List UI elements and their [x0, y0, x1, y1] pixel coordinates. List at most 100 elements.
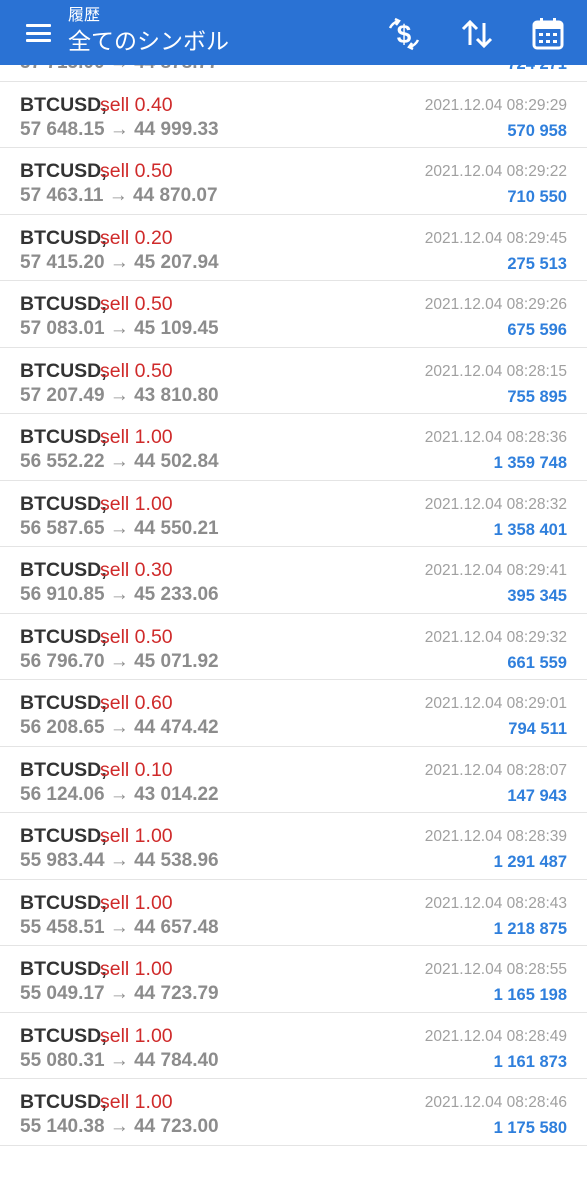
history-row[interactable]: BTCUSD, sell 1.00 55 080.31 → 44 784.40 … — [0, 1013, 587, 1079]
history-row[interactable]: BTCUSD, sell 1.00 55 458.51 → 44 657.48 … — [0, 880, 587, 946]
price-range-label: 55 458.51 → 44 657.48 — [20, 916, 219, 938]
title-block: 履歴 全てのシンボル — [68, 6, 229, 56]
timestamp-label: 2021.12.04 08:28:07 — [424, 761, 567, 779]
profit-value: 1 161 873 — [493, 1052, 567, 1071]
sort-icon[interactable] — [457, 14, 497, 54]
history-row[interactable]: BTCUSD, sell 0.50 56 796.70 → 45 071.92 … — [0, 614, 587, 680]
timestamp-label: 2021.12.04 08:29:22 — [424, 163, 567, 180]
history-row[interactable]: BTCUSD, sell 0.60 56 208.65 → 44 474.42 … — [0, 680, 587, 747]
app-bar: 履歴 全てのシンボル $ — [0, 0, 587, 65]
dollar-swap-icon[interactable]: $ — [384, 14, 424, 54]
history-row[interactable]: BTCUSD, sell 1.00 56 552.22 → 44 502.84 … — [0, 414, 587, 481]
timestamp-label: 2021.12.04 08:28:15 — [424, 362, 567, 380]
history-row[interactable]: BTCUSD, sell 0.30 56 910.85 → 45 233.06 … — [0, 547, 587, 614]
profit-value: 395 345 — [507, 587, 567, 605]
profit-value: 794 511 — [508, 720, 567, 738]
calendar-icon[interactable] — [528, 14, 568, 54]
history-row[interactable]: BTCUSD, sell 1.00 55 049.17 → 44 723.79 … — [0, 946, 587, 1013]
symbol-label: BTCUSD, — [20, 958, 107, 980]
price-range-label: 56 587.65 → 44 550.21 — [20, 517, 219, 539]
trade-side-label: sell 1.00 — [100, 958, 173, 980]
timestamp-label: 2021.12.04 08:28:49 — [424, 1027, 567, 1045]
history-list[interactable]: BTCUSD, sell 0.60 57 715.00 → 44 878.77 … — [0, 65, 587, 1200]
symbol-label: BTCUSD, — [20, 1024, 107, 1047]
history-row[interactable]: BTCUSD, sell 1.00 55 983.44 → 44 538.96 … — [0, 813, 587, 880]
trade-side-label: sell 1.00 — [100, 426, 173, 448]
price-range-label: 57 648.15 → 44 999.33 — [20, 118, 219, 140]
trade-side-label: sell 1.00 — [100, 492, 173, 515]
timestamp-label: 2021.12.04 08:29:29 — [424, 96, 567, 114]
timestamp-label: 2021.12.04 08:28:39 — [424, 828, 567, 845]
page-subtitle: 履歴 — [68, 7, 101, 24]
trade-side-label: sell 0.50 — [100, 293, 173, 315]
profit-value: 675 596 — [507, 321, 567, 339]
symbol-label: BTCUSD, — [20, 359, 107, 382]
price-range-label: 55 049.17 → 44 723.79 — [20, 983, 219, 1004]
trade-side-label: sell 1.00 — [100, 825, 173, 847]
price-range-label: 57 207.49 → 43 810.80 — [20, 384, 219, 406]
history-row[interactable]: BTCUSD, sell 1.00 56 587.65 → 44 550.21 … — [0, 481, 587, 547]
timestamp-label: 2021.12.04 08:28:32 — [424, 495, 567, 513]
trade-side-label: sell 0.20 — [100, 226, 173, 249]
symbol-label: BTCUSD, — [20, 758, 107, 781]
trade-side-label: sell 0.50 — [100, 359, 173, 382]
symbol-label: BTCUSD, — [20, 93, 107, 116]
price-range-label: 57 415.20 → 45 207.94 — [20, 251, 219, 273]
symbol-label: BTCUSD, — [20, 426, 107, 448]
symbol-label: BTCUSD, — [20, 692, 107, 714]
profit-value: 661 559 — [507, 653, 567, 672]
trade-side-label: sell 1.00 — [100, 891, 173, 914]
price-range-label: 56 208.65 → 44 474.42 — [20, 717, 219, 738]
symbol-label: BTCUSD, — [20, 226, 107, 249]
profit-value: 1 358 401 — [493, 520, 567, 539]
history-row[interactable]: BTCUSD, sell 0.50 57 463.11 → 44 870.07 … — [0, 148, 587, 215]
page-title[interactable]: 全てのシンボル — [68, 26, 229, 56]
price-range-label: 57 463.11 → 44 870.07 — [20, 185, 218, 206]
symbol-label: BTCUSD, — [20, 891, 107, 914]
price-range-label: 56 124.06 → 43 014.22 — [20, 783, 219, 805]
price-range-label: 56 910.85 → 45 233.06 — [20, 584, 219, 605]
history-row[interactable]: BTCUSD, sell 0.50 57 083.01 → 45 109.45 … — [0, 281, 587, 348]
profit-value: 1 218 875 — [493, 919, 567, 938]
price-range-label: 56 552.22 → 44 502.84 — [20, 451, 219, 472]
trade-side-label: sell 0.30 — [100, 559, 173, 581]
timestamp-label: 2021.12.04 08:28:46 — [424, 1094, 567, 1111]
timestamp-label: 2021.12.04 08:29:32 — [424, 628, 567, 646]
history-row[interactable]: BTCUSD, sell 0.40 57 648.15 → 44 999.33 … — [0, 82, 587, 148]
profit-value: 1 359 748 — [493, 454, 567, 472]
history-row[interactable]: BTCUSD, sell 0.60 57 715.00 → 44 878.77 … — [0, 65, 587, 82]
profit-value: 570 958 — [507, 121, 567, 140]
trade-side-label: sell 0.60 — [100, 692, 173, 714]
profit-value: 275 513 — [507, 254, 567, 273]
trade-side-label: sell 0.50 — [100, 625, 173, 648]
symbol-label: BTCUSD, — [20, 293, 107, 315]
menu-icon[interactable] — [26, 24, 51, 42]
price-range-label: 55 983.44 → 44 538.96 — [20, 850, 219, 871]
history-row[interactable]: BTCUSD, sell 0.50 57 207.49 → 43 810.80 … — [0, 348, 587, 414]
timestamp-label: 2021.12.04 08:28:36 — [424, 429, 567, 446]
symbol-label: BTCUSD, — [20, 559, 107, 581]
price-range-label: 55 140.38 → 44 723.00 — [20, 1116, 219, 1137]
profit-value: 1 175 580 — [493, 1119, 567, 1137]
price-range-label: 55 080.31 → 44 784.40 — [20, 1049, 219, 1071]
timestamp-label: 2021.12.04 08:29:01 — [424, 695, 567, 712]
symbol-label: BTCUSD, — [20, 160, 107, 182]
profit-value: 1 291 487 — [493, 853, 567, 871]
symbol-label: BTCUSD, — [20, 825, 107, 847]
profit-value: 710 550 — [507, 188, 567, 206]
history-row[interactable]: BTCUSD, sell 0.20 57 415.20 → 45 207.94 … — [0, 215, 587, 281]
timestamp-label: 2021.12.04 08:29:26 — [424, 296, 567, 313]
timestamp-label: 2021.12.04 08:28:55 — [424, 961, 567, 978]
profit-value: 724 271 — [507, 65, 567, 75]
profit-value: 1 165 198 — [493, 986, 567, 1004]
symbol-label: BTCUSD, — [20, 492, 107, 515]
trade-side-label: sell 0.40 — [100, 93, 173, 116]
trade-side-label: sell 0.50 — [100, 160, 173, 182]
price-range-label: 56 796.70 → 45 071.92 — [20, 650, 219, 672]
symbol-label: BTCUSD, — [20, 625, 107, 648]
history-row[interactable]: BTCUSD, sell 1.00 55 140.38 → 44 723.00 … — [0, 1079, 587, 1146]
history-row[interactable]: BTCUSD, sell 0.10 56 124.06 → 43 014.22 … — [0, 747, 587, 813]
timestamp-label: 2021.12.04 08:29:45 — [424, 229, 567, 247]
trade-side-label: sell 0.10 — [100, 758, 173, 781]
price-range-label: 57 715.00 → 44 878.77 — [20, 65, 219, 75]
